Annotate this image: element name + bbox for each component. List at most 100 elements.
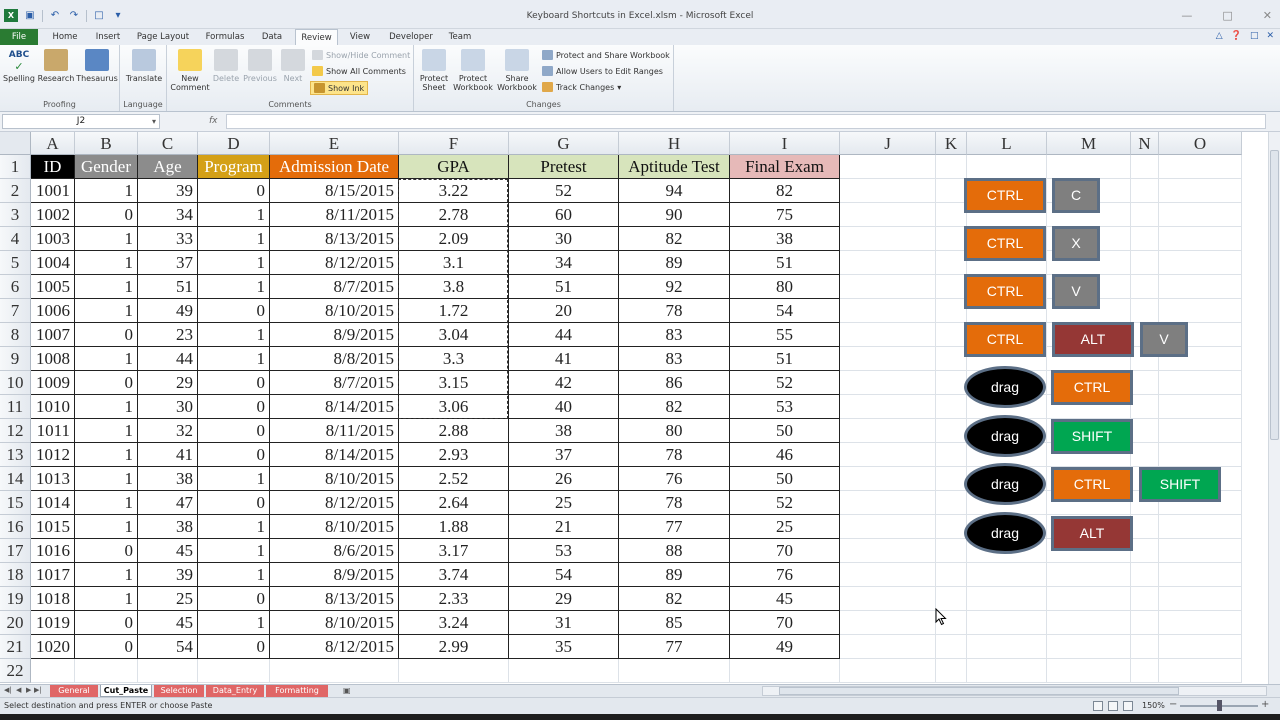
delete-comment-button[interactable]: Delete	[211, 49, 241, 83]
table-cell[interactable]: 0	[198, 299, 270, 323]
table-cell[interactable]: 0	[75, 203, 138, 227]
table-cell[interactable]: 2.99	[399, 635, 509, 659]
header-cell[interactable]: ID	[31, 155, 75, 179]
row-header-16[interactable]: 16	[0, 515, 31, 539]
table-cell[interactable]: 1.72	[399, 299, 509, 323]
table-cell[interactable]: 1	[75, 227, 138, 251]
protect-share-workbook-button[interactable]: Protect and Share Workbook	[542, 50, 670, 60]
table-cell[interactable]: 1	[75, 275, 138, 299]
sheet-tab-selection[interactable]: Selection	[154, 685, 204, 697]
empty-cell[interactable]	[1159, 179, 1242, 203]
empty-cell[interactable]	[1159, 587, 1242, 611]
table-cell[interactable]: 8/14/2015	[270, 395, 399, 419]
empty-cell[interactable]	[840, 299, 936, 323]
row-header-15[interactable]: 15	[0, 491, 31, 515]
last-sheet-icon[interactable]: ▶|	[34, 686, 42, 694]
table-cell[interactable]: 54	[138, 635, 198, 659]
header-cell[interactable]: Gender	[75, 155, 138, 179]
table-cell[interactable]: 31	[509, 611, 619, 635]
empty-cell[interactable]	[936, 371, 967, 395]
table-cell[interactable]: 38	[138, 515, 198, 539]
table-cell[interactable]: 8/12/2015	[270, 491, 399, 515]
tab-team[interactable]: Team	[444, 29, 476, 45]
table-cell[interactable]: 0	[198, 419, 270, 443]
table-cell[interactable]: 82	[619, 395, 730, 419]
page-layout-view-button[interactable]	[1108, 701, 1118, 711]
empty-cell[interactable]	[1159, 563, 1242, 587]
empty-cell[interactable]	[1131, 203, 1159, 227]
table-cell[interactable]: 70	[730, 539, 840, 563]
table-cell[interactable]: 1017	[31, 563, 75, 587]
row-header-20[interactable]: 20	[0, 611, 31, 635]
table-cell[interactable]: 0	[198, 395, 270, 419]
empty-cell[interactable]	[936, 227, 967, 251]
empty-cell[interactable]	[1131, 299, 1159, 323]
table-cell[interactable]: 1	[198, 347, 270, 371]
table-cell[interactable]: 82	[619, 587, 730, 611]
empty-cell[interactable]	[840, 515, 936, 539]
table-cell[interactable]: 78	[619, 491, 730, 515]
tab-data[interactable]: Data	[257, 29, 287, 45]
table-cell[interactable]: 26	[509, 467, 619, 491]
table-cell[interactable]: 0	[198, 179, 270, 203]
vertical-scrollbar[interactable]	[1268, 132, 1280, 684]
column-header-d[interactable]: D	[198, 132, 270, 155]
table-cell[interactable]: 25	[509, 491, 619, 515]
empty-cell[interactable]	[936, 179, 967, 203]
empty-cell[interactable]	[840, 395, 936, 419]
empty-cell[interactable]	[1159, 659, 1242, 683]
empty-cell[interactable]	[1159, 251, 1242, 275]
table-cell[interactable]: 51	[730, 251, 840, 275]
table-cell[interactable]: 3.15	[399, 371, 509, 395]
empty-cell[interactable]	[936, 659, 967, 683]
empty-cell[interactable]	[936, 203, 967, 227]
table-cell[interactable]: 3.74	[399, 563, 509, 587]
tab-developer[interactable]: Developer	[385, 29, 437, 45]
row-header-3[interactable]: 3	[0, 203, 31, 227]
row-header-22[interactable]: 22	[0, 659, 31, 683]
table-cell[interactable]: 41	[138, 443, 198, 467]
empty-cell[interactable]	[840, 155, 936, 179]
empty-cell[interactable]	[1159, 275, 1242, 299]
close-icon[interactable]: ✕	[1263, 9, 1272, 22]
empty-cell[interactable]	[1131, 635, 1159, 659]
vertical-scroll-thumb[interactable]	[1270, 150, 1279, 440]
empty-cell[interactable]	[936, 467, 967, 491]
table-cell[interactable]: 34	[138, 203, 198, 227]
empty-cell[interactable]	[1047, 611, 1131, 635]
empty-cell[interactable]	[1131, 179, 1159, 203]
row-header-2[interactable]: 2	[0, 179, 31, 203]
table-cell[interactable]: 3.1	[399, 251, 509, 275]
table-cell[interactable]: 2.52	[399, 467, 509, 491]
table-cell[interactable]: 0	[75, 323, 138, 347]
empty-cell[interactable]	[1131, 539, 1159, 563]
table-cell[interactable]: 92	[619, 275, 730, 299]
table-cell[interactable]: 0	[75, 611, 138, 635]
empty-cell[interactable]	[1159, 203, 1242, 227]
protect-sheet-button[interactable]: Protect Sheet	[417, 49, 451, 92]
help-icon[interactable]: ❓	[1231, 31, 1242, 41]
horizontal-scroll-thumb[interactable]	[779, 687, 1179, 695]
minimize-icon[interactable]: —	[1181, 9, 1192, 22]
row-header-14[interactable]: 14	[0, 467, 31, 491]
table-cell[interactable]: 0	[198, 587, 270, 611]
empty-cell[interactable]	[840, 443, 936, 467]
empty-cell[interactable]	[936, 443, 967, 467]
row-header-11[interactable]: 11	[0, 395, 31, 419]
table-cell[interactable]: 1001	[31, 179, 75, 203]
table-cell[interactable]: 1	[198, 251, 270, 275]
table-cell[interactable]: 1010	[31, 395, 75, 419]
translate-button[interactable]: Translate	[124, 49, 164, 83]
empty-cell[interactable]	[1131, 275, 1159, 299]
table-cell[interactable]: 82	[619, 227, 730, 251]
table-cell[interactable]: 83	[619, 347, 730, 371]
empty-cell[interactable]	[840, 611, 936, 635]
table-cell[interactable]: 54	[509, 563, 619, 587]
table-cell[interactable]: 21	[509, 515, 619, 539]
table-cell[interactable]: 1019	[31, 611, 75, 635]
table-cell[interactable]: 53	[509, 539, 619, 563]
table-cell[interactable]: 0	[198, 635, 270, 659]
empty-cell[interactable]	[1047, 635, 1131, 659]
table-cell[interactable]: 1020	[31, 635, 75, 659]
header-cell[interactable]: Admission Date	[270, 155, 399, 179]
